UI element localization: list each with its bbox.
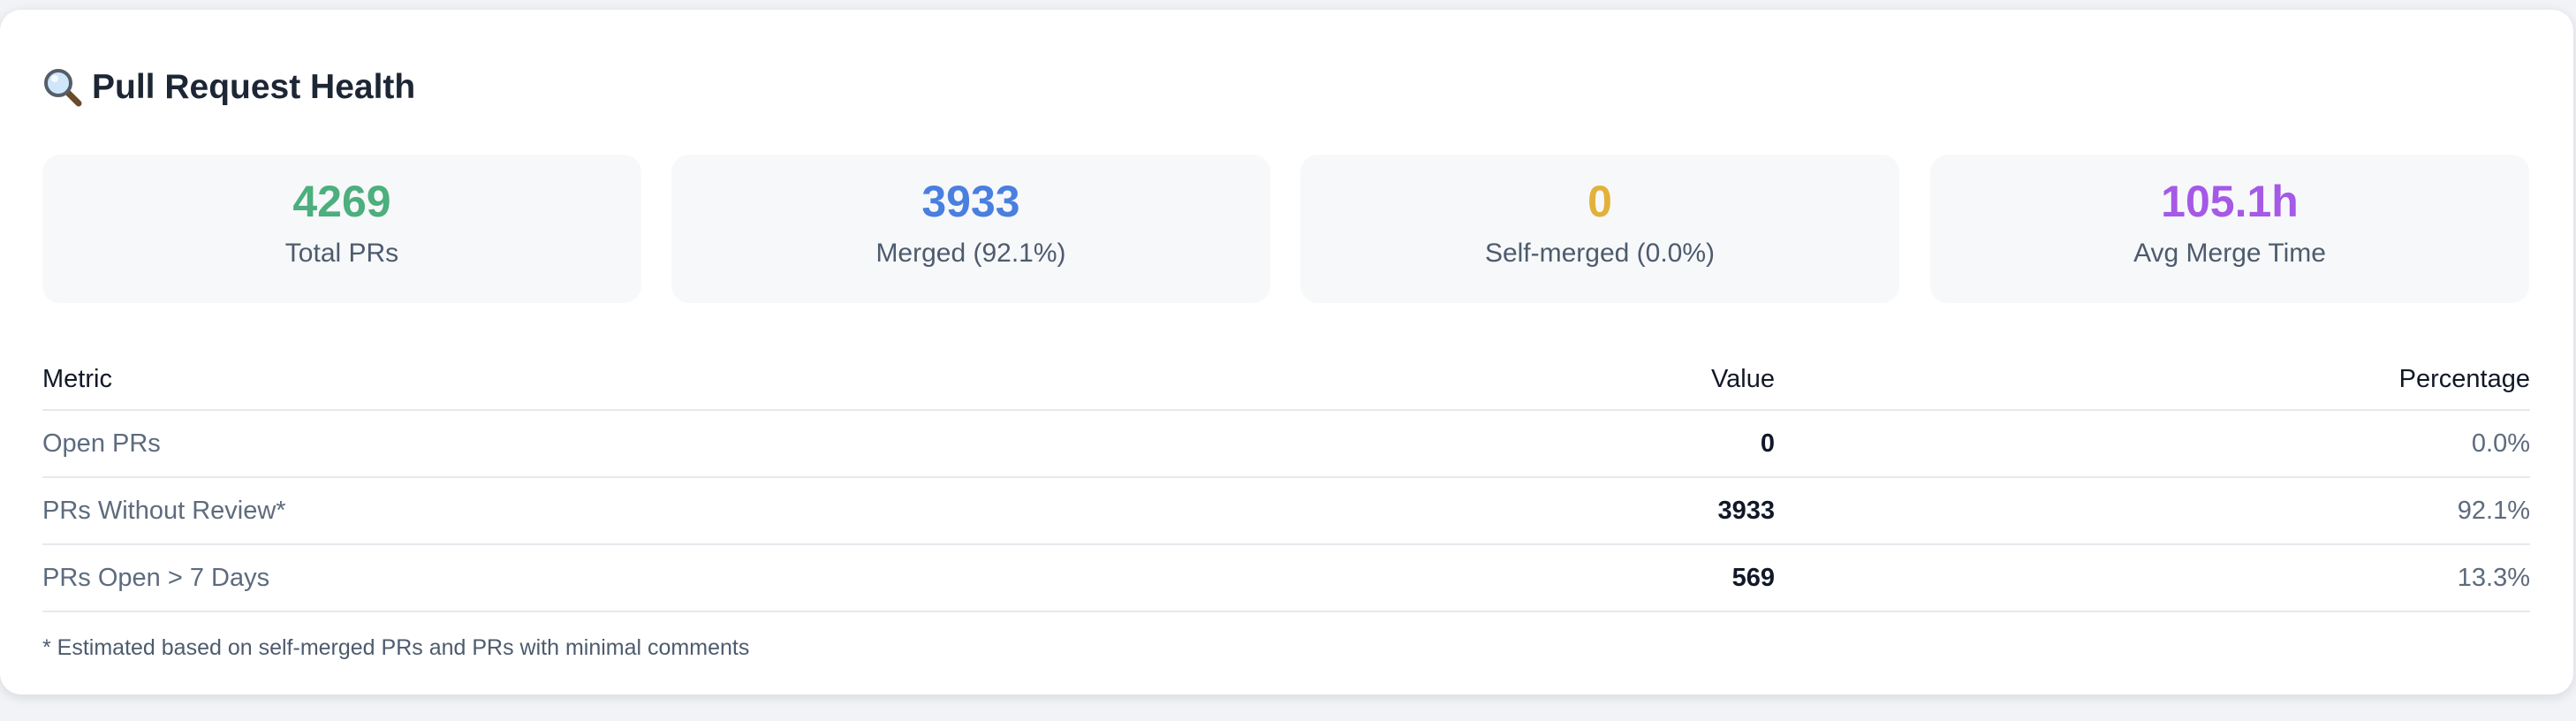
footnote: * Estimated based on self-merged PRs and…: [42, 635, 750, 660]
column-header-value: Value: [1710, 364, 1775, 393]
stat-value: 105.1h: [2161, 177, 2299, 226]
stat-self-merged: 0 Self-merged (0.0%): [1300, 155, 1899, 303]
stats-row: 4269 Total PRs 3933 Merged (92.1%) 0 Sel…: [42, 155, 2530, 303]
stat-value: 4269: [292, 177, 391, 226]
value-cell: 569: [1731, 563, 1775, 592]
value-cell: 0: [1760, 429, 1775, 458]
percentage-cell: 92.1%: [2457, 496, 2530, 525]
metric-cell: PRs Open > 7 Days: [42, 563, 270, 592]
metric-cell: PRs Without Review*: [42, 496, 286, 525]
stat-label: Merged (92.1%): [875, 239, 1066, 268]
stat-merged: 3933 Merged (92.1%): [671, 155, 1270, 303]
table-row: PRs Without Review* 3933 92.1%: [42, 478, 2530, 545]
section-title: Pull Request Health: [42, 63, 415, 112]
metric-cell: Open PRs: [42, 429, 161, 458]
stat-total-prs: 4269 Total PRs: [42, 155, 641, 303]
section-title-text: Pull Request Health: [92, 68, 416, 106]
stat-label: Avg Merge Time: [2133, 239, 2326, 268]
table-header-row: Metric Value Percentage: [42, 349, 2530, 411]
stat-value: 3933: [921, 177, 1020, 226]
stat-avg-merge-time: 105.1h Avg Merge Time: [1930, 155, 2529, 303]
stat-value: 0: [1587, 177, 1612, 226]
table-row: PRs Open > 7 Days 569 13.3%: [42, 545, 2530, 612]
stat-label: Total PRs: [284, 239, 399, 268]
percentage-cell: 13.3%: [2457, 563, 2530, 592]
percentage-cell: 0.0%: [2471, 429, 2530, 458]
column-header-metric: Metric: [42, 364, 112, 393]
value-cell: 3933: [1717, 496, 1775, 525]
column-header-percentage: Percentage: [2398, 364, 2530, 393]
stat-label: Self-merged (0.0%): [1484, 239, 1716, 268]
magnifier-icon: [44, 69, 82, 107]
table-row: Open PRs 0 0.0%: [42, 411, 2530, 478]
metrics-table: Metric Value Percentage Open PRs 0 0.0% …: [42, 349, 2530, 612]
pr-health-card: Pull Request Health 4269 Total PRs 3933 …: [0, 10, 2573, 694]
